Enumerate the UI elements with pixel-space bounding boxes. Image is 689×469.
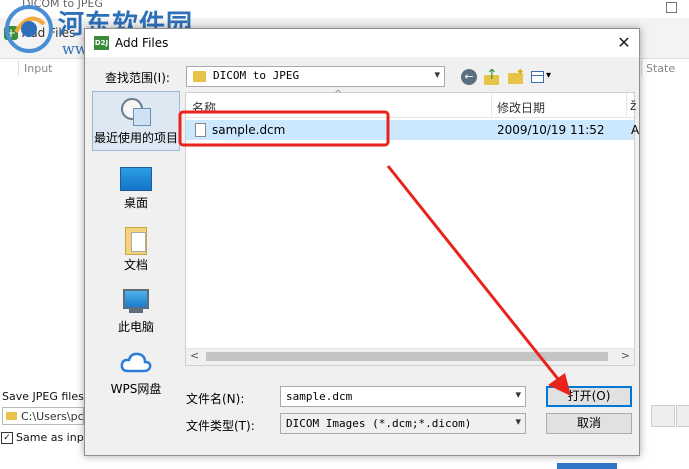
- file-name: sample.dcm: [212, 123, 286, 137]
- file-type-label: 文件类型(T):: [186, 419, 255, 433]
- horizontal-scrollbar[interactable]: < >: [186, 348, 634, 365]
- maximize-icon[interactable]: [666, 2, 677, 13]
- chevron-down-icon: ▾: [546, 70, 552, 81]
- cloud-icon: [120, 352, 152, 373]
- dialog-titlebar: D2J Add Files ✕: [85, 29, 639, 57]
- look-in-dropdown[interactable]: DICOM to JPEG ▾: [186, 66, 445, 87]
- places-item-label: 此电脑: [117, 320, 154, 334]
- file-name-input[interactable]: sample.dcm ▾: [280, 386, 526, 407]
- file-icon: [195, 123, 206, 137]
- scroll-left-icon[interactable]: <: [190, 349, 199, 362]
- look-in-value: DICOM to JPEG: [213, 69, 300, 82]
- file-type-dropdown[interactable]: DICOM Images (*.dcm;*.dicom) ▾: [280, 413, 526, 434]
- same-as-input-checkbox[interactable]: ✓ Same as input: [1, 431, 95, 444]
- app-icon: D2J: [94, 36, 109, 50]
- places-item-label: 桌面: [123, 196, 148, 210]
- sort-ascending-icon: ^: [334, 89, 343, 100]
- column-header-name[interactable]: 名称: [192, 99, 216, 116]
- sparkle-icon: ✦: [516, 67, 525, 78]
- save-path-field[interactable]: C:\Users\pc\: [2, 407, 84, 425]
- column-divider: [18, 60, 19, 76]
- computer-stand-icon: [129, 309, 143, 313]
- recent-items-icon: [121, 98, 151, 126]
- chevron-down-icon[interactable]: ▾: [515, 415, 521, 428]
- convert-button[interactable]: [557, 463, 617, 469]
- places-item-label: 最近使用的项目: [93, 131, 178, 145]
- close-icon[interactable]: ✕: [615, 34, 633, 52]
- places-item-documents[interactable]: 文档: [92, 217, 180, 277]
- up-one-level-button[interactable]: ↑: [482, 67, 502, 87]
- places-item-this-pc[interactable]: 此电脑: [92, 279, 180, 339]
- documents-icon: [125, 227, 147, 255]
- computer-icon: [123, 289, 149, 309]
- file-list: ^ 名称 修改日期 ž sample.dcm 2009/10/19 11:52 …: [185, 89, 639, 366]
- column-header-input[interactable]: Input: [24, 62, 52, 75]
- chevron-down-icon[interactable]: ▾: [434, 68, 440, 81]
- places-item-label: 文档: [123, 258, 148, 272]
- view-grid-icon: [531, 71, 544, 83]
- column-divider[interactable]: [626, 93, 627, 117]
- checkbox-checked-icon[interactable]: ✓: [1, 431, 13, 444]
- watermark-logo-icon: [5, 5, 53, 53]
- up-arrow-icon: ↑: [486, 67, 498, 83]
- dialog-title: Add Files: [115, 36, 169, 50]
- scroll-right-icon[interactable]: >: [621, 349, 630, 362]
- chevron-down-icon[interactable]: ▾: [515, 388, 521, 401]
- file-type-value: DICOM Images (*.dcm;*.dicom): [286, 417, 472, 430]
- desktop-icon: [120, 167, 152, 191]
- column-header-more[interactable]: ž: [630, 99, 636, 113]
- file-list-header: ^ 名称 修改日期 ž: [186, 89, 636, 118]
- column-header-modified[interactable]: 修改日期: [497, 99, 545, 116]
- scrollbar-thumb[interactable]: [206, 352, 608, 361]
- places-bar: 最近使用的项目 桌面 文档 此电脑 WPS网盘: [92, 89, 182, 396]
- places-item-desktop[interactable]: 桌面: [92, 155, 180, 215]
- file-row[interactable]: sample.dcm 2009/10/19 11:52 A: [186, 120, 639, 140]
- folder-icon: [193, 71, 206, 82]
- open-folder-button[interactable]: [676, 405, 689, 427]
- open-button[interactable]: 打开(O): [546, 386, 632, 407]
- back-button[interactable]: ←: [459, 67, 479, 87]
- column-divider: [641, 60, 642, 76]
- view-menu-button[interactable]: ▾: [529, 67, 555, 87]
- column-header-state[interactable]: State: [646, 62, 675, 75]
- look-in-label: 查找范围(I):: [105, 71, 170, 85]
- save-path-value: C:\Users\pc\: [21, 410, 84, 423]
- new-folder-button[interactable]: ✦: [506, 67, 526, 87]
- file-name-label: 文件名(N):: [186, 392, 245, 406]
- add-files-dialog: D2J Add Files ✕ 查找范围(I): DICOM to JPEG ▾…: [84, 28, 640, 456]
- folder-icon: [6, 412, 17, 420]
- places-item-label: WPS网盘: [110, 382, 162, 396]
- file-name-value: sample.dcm: [286, 390, 353, 403]
- file-extra-column: A: [631, 123, 640, 137]
- cancel-button[interactable]: 取消: [546, 413, 632, 434]
- places-item-wps-cloud[interactable]: WPS网盘: [92, 341, 180, 401]
- file-modified-date: 2009/10/19 11:52: [497, 123, 605, 137]
- browse-button[interactable]: [651, 405, 675, 427]
- column-divider[interactable]: [491, 93, 492, 117]
- back-arrow-icon: ←: [461, 69, 477, 85]
- places-item-recent[interactable]: 最近使用的项目: [92, 91, 180, 151]
